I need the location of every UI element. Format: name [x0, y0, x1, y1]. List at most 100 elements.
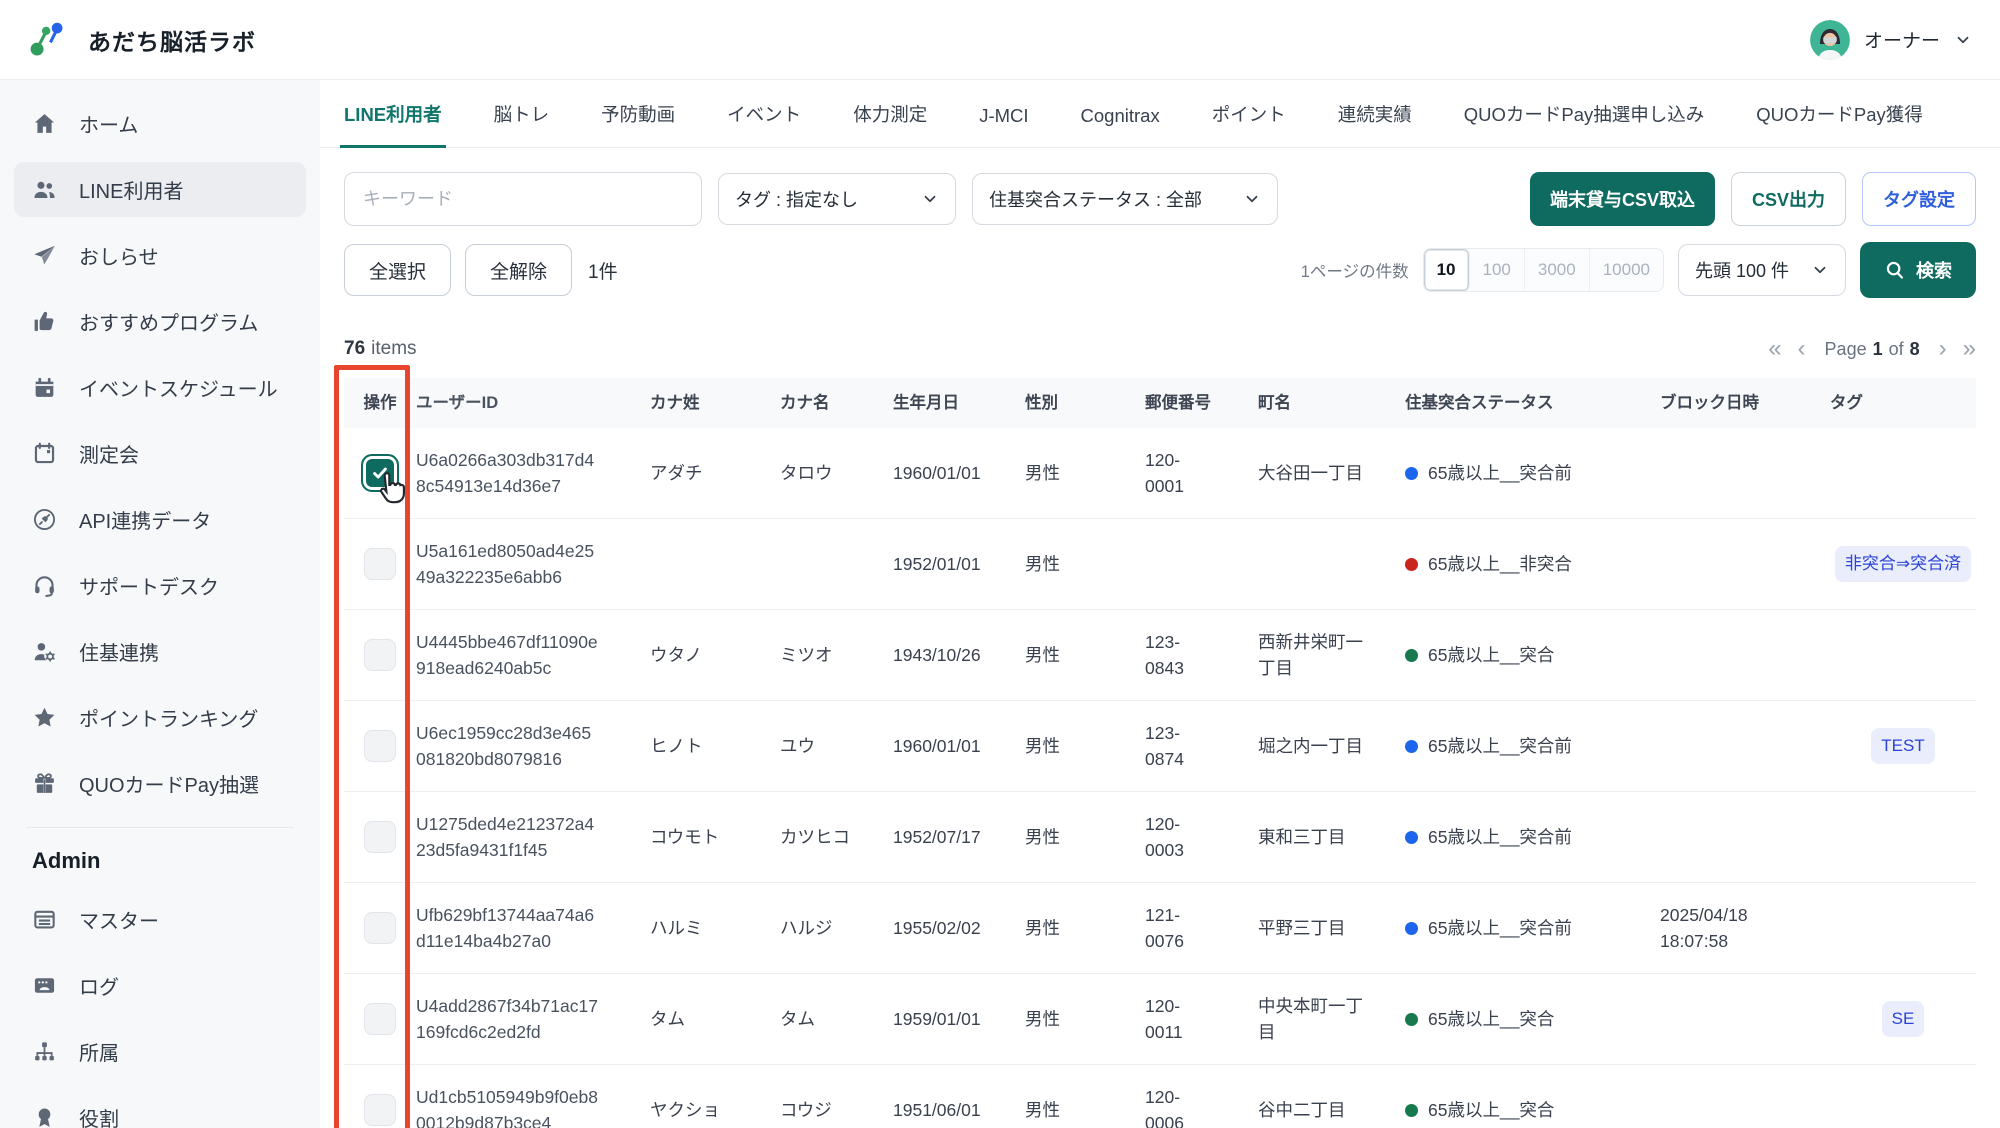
birth-date-cell: 1955/02/02 [893, 915, 1025, 941]
tag-settings-button[interactable]: タグ設定 [1862, 172, 1976, 226]
sitemap-icon [32, 1039, 57, 1064]
select-all-button[interactable]: 全選択 [344, 244, 451, 296]
master-list-icon [32, 907, 57, 932]
sidebar-item-label: ホーム [79, 109, 138, 138]
tab-予防動画[interactable]: 予防動画 [601, 101, 675, 147]
gender-cell: 男性 [1025, 733, 1145, 759]
first-page-button[interactable]: « [1768, 337, 1781, 361]
tag-filter-select[interactable]: タグ : 指定なし [718, 173, 956, 225]
fetch-limit-select[interactable]: 先頭 100 件 [1678, 244, 1846, 296]
csv-import-button[interactable]: 端末貸与CSV取込 [1530, 172, 1715, 226]
row-checkbox[interactable] [364, 548, 396, 580]
next-page-button[interactable]: › [1939, 337, 1947, 361]
sidebar-item[interactable]: QUOカードPay抽選 [14, 756, 306, 811]
sidebar-item[interactable]: ログ [14, 958, 306, 1013]
chevron-down-icon [1243, 190, 1261, 208]
page-indicator: Page1of8 [1822, 339, 1923, 360]
kana-first-cell: ミツオ [780, 642, 893, 668]
sidebar-item[interactable]: サポートデスク [14, 558, 306, 613]
column-header: ユーザーID [416, 391, 650, 416]
town-cell: 谷中二丁目 [1258, 1097, 1405, 1123]
gender-cell: 男性 [1025, 1006, 1145, 1032]
last-page-button[interactable]: » [1963, 337, 1976, 361]
row-action-cell [344, 821, 416, 853]
row-checkbox[interactable] [364, 1003, 396, 1035]
tab-イベント[interactable]: イベント [727, 101, 801, 147]
row-action-cell [344, 639, 416, 671]
star-icon [32, 705, 57, 730]
gift-icon [32, 771, 57, 796]
user-id-cell: U6a0266a303db317d48c54913e14d36e7 [416, 447, 650, 500]
postal-code-cell: 121-0076 [1145, 902, 1258, 955]
user-id-cell: U4add2867f34b71ac17169fcd6c2ed2fd [416, 993, 650, 1046]
sidebar-item[interactable]: 所属 [14, 1024, 306, 1079]
sidebar-item[interactable]: おしらせ [14, 228, 306, 283]
sidebar-item[interactable]: おすすめプログラム [14, 294, 306, 349]
sidebar-item[interactable]: 役割 [14, 1090, 306, 1128]
row-checkbox[interactable] [364, 1094, 396, 1126]
tab-QUOカードPay獲得[interactable]: QUOカードPay獲得 [1756, 101, 1923, 147]
sidebar-item[interactable]: ポイントランキング [14, 690, 306, 745]
gender-cell: 男性 [1025, 460, 1145, 486]
sidebar-item-label: API連携データ [79, 505, 211, 534]
search-button[interactable]: 検索 [1860, 242, 1976, 298]
tab-J-MCI[interactable]: J-MCI [979, 105, 1028, 147]
user-id-cell: U4445bbe467df11090e918ead6240ab5c [416, 629, 650, 682]
status-label: 65歳以上__突合 [1428, 1097, 1554, 1123]
gender-cell: 男性 [1025, 915, 1145, 941]
tab-Cognitrax[interactable]: Cognitrax [1081, 105, 1160, 147]
postal-code-cell: 120-0011 [1145, 993, 1258, 1046]
tag-cell: TEST [1830, 728, 1976, 764]
row-checkbox[interactable] [364, 821, 396, 853]
tab-脳トレ[interactable]: 脳トレ [494, 101, 550, 147]
per-page-option[interactable]: 3000 [1525, 249, 1590, 291]
row-checkbox[interactable] [364, 730, 396, 762]
table-row: U6a0266a303db317d48c54913e14d36e7アダチタロウ1… [344, 428, 1976, 519]
user-menu[interactable]: オーナー [1810, 20, 1972, 60]
body-row: ホームLINE利用者おしらせおすすめプログラムイベントスケジュール測定会API連… [0, 80, 2000, 1128]
kana-first-cell: コウジ [780, 1097, 893, 1123]
tab-連続実績[interactable]: 連続実績 [1338, 101, 1412, 147]
sidebar-item-label: マスター [79, 905, 159, 934]
sidebar-item[interactable]: API連携データ [14, 492, 306, 547]
per-page-option[interactable]: 10000 [1590, 249, 1663, 291]
status-cell: 65歳以上__突合 [1405, 1097, 1660, 1123]
table-row: U4445bbe467df11090e918ead6240ab5cウタノミツオ1… [344, 610, 1976, 701]
gender-cell: 男性 [1025, 642, 1145, 668]
status-label: 65歳以上__突合前 [1428, 824, 1572, 850]
sidebar: ホーム LINE利用者おしらせおすすめプログラムイベントスケジュール測定会 API連… [0, 80, 320, 1128]
status-label: 65歳以上__突合 [1428, 1006, 1554, 1032]
sidebar-item[interactable]: 測定会 [14, 426, 306, 481]
sidebar-item[interactable]: マスター [14, 892, 306, 947]
per-page-option[interactable]: 100 [1470, 249, 1525, 291]
tab-QUOカードPay抽選申し込み[interactable]: QUOカードPay抽選申し込み [1464, 101, 1705, 147]
deselect-all-button[interactable]: 全解除 [465, 244, 572, 296]
sidebar-item-label: 所属 [79, 1037, 119, 1066]
tab-ポイント[interactable]: ポイント [1212, 101, 1286, 147]
sidebar-item[interactable]: イベントスケジュール [14, 360, 306, 415]
sidebar-item[interactable]: LINE利用者 [14, 162, 306, 217]
prev-page-button[interactable]: ‹ [1798, 337, 1806, 361]
sidebar-item[interactable]: 住基連携 [14, 624, 306, 679]
row-checkbox[interactable] [364, 639, 396, 671]
status-dot [1405, 558, 1418, 571]
per-page-option[interactable]: 10 [1424, 249, 1470, 291]
keyword-input[interactable] [344, 172, 702, 226]
csv-export-button[interactable]: CSV出力 [1731, 172, 1846, 226]
tab-体力測定[interactable]: 体力測定 [853, 101, 927, 147]
sidebar-item-label: QUOカードPay抽選 [79, 769, 259, 798]
sidebar-nav: ホーム LINE利用者おしらせおすすめプログラムイベントスケジュール測定会 API連… [0, 96, 320, 811]
badge-icon [32, 1105, 57, 1128]
status-cell: 65歳以上__非突合 [1405, 551, 1660, 577]
app-root: あだち脳活ラボ オーナー ホームLINE利用者おしらせおすすめプログラムイベント… [0, 0, 2000, 1128]
status-dot [1405, 1013, 1418, 1026]
blocked-at-cell: 2025/04/18 18:07:58 [1660, 902, 1830, 955]
status-filter-select[interactable]: 住基突合ステータス : 全部 [972, 173, 1278, 225]
birth-date-cell: 1952/07/17 [893, 824, 1025, 850]
tab-LINE利用者[interactable]: LINE利用者 [344, 101, 442, 147]
row-action-cell [344, 912, 416, 944]
users-table: 操作ユーザーIDカナ姓カナ名生年月日性別郵便番号町名住基突合ステータスブロック日… [344, 378, 1976, 1128]
sidebar-item[interactable]: ホーム [14, 96, 306, 151]
row-checkbox[interactable] [364, 912, 396, 944]
gender-cell: 男性 [1025, 1097, 1145, 1123]
